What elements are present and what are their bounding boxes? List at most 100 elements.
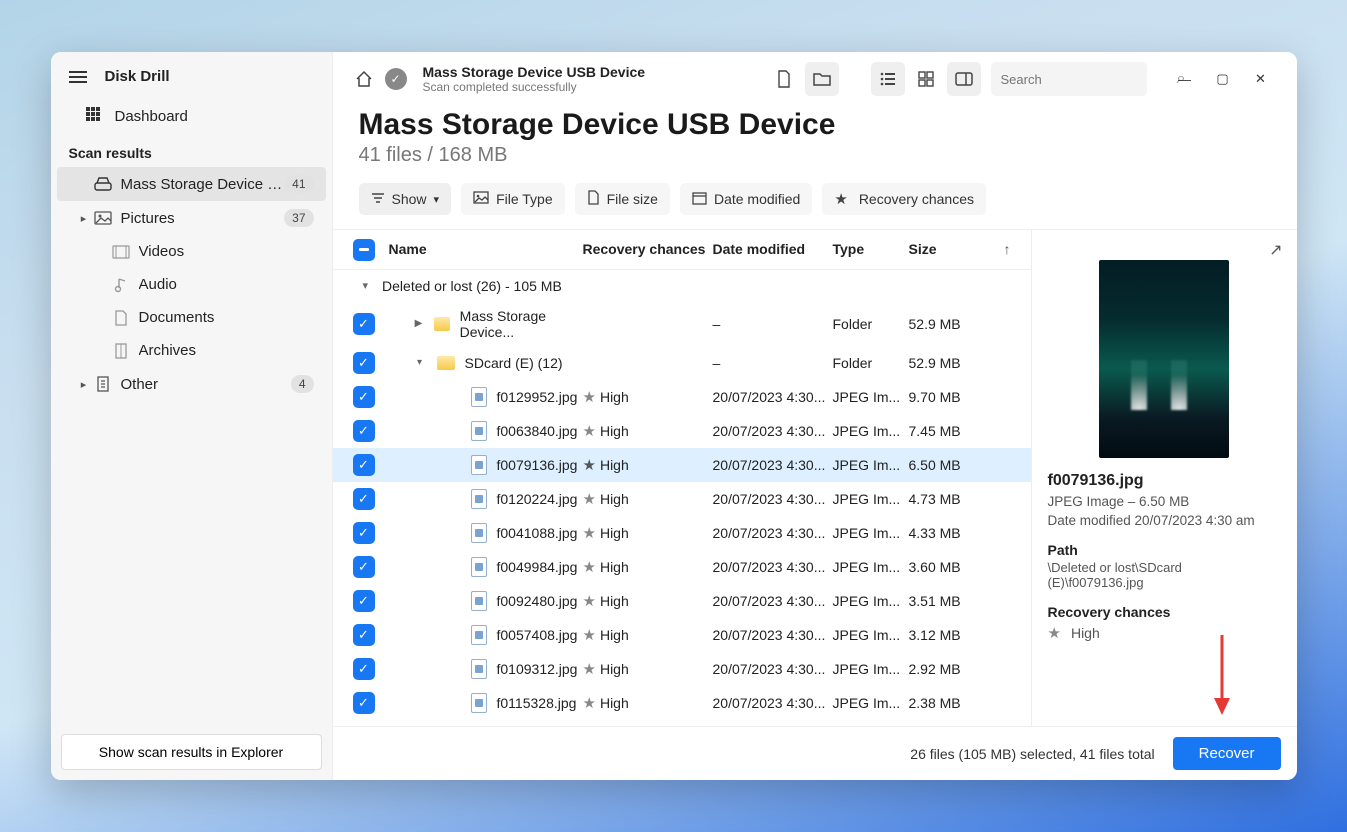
date-value: 20/07/2023 4:30... <box>713 491 833 507</box>
home-icon[interactable] <box>353 68 375 90</box>
group-header[interactable]: ▾ Deleted or lost (26) - 105 MB <box>333 270 1031 302</box>
filter-label: Show <box>392 191 427 207</box>
sidebar-item-pictures[interactable]: ▸ Pictures 37 <box>57 201 326 235</box>
drive-icon <box>93 177 113 191</box>
panel-toggle-icon[interactable] <box>947 62 981 96</box>
select-all-checkbox[interactable] <box>353 239 375 261</box>
table-row[interactable]: ✓f0049984.jpg★High20/07/2023 4:30...JPEG… <box>333 550 1031 584</box>
row-checkbox[interactable]: ✓ <box>353 522 375 544</box>
list-view-icon[interactable] <box>871 62 905 96</box>
table-row[interactable]: ✓f0079136.jpg★High20/07/2023 4:30...JPEG… <box>333 448 1031 482</box>
recover-button[interactable]: Recover <box>1173 737 1281 770</box>
date-value: 20/07/2023 4:30... <box>713 389 833 405</box>
row-checkbox[interactable]: ✓ <box>353 313 375 335</box>
column-size[interactable]: Size <box>909 241 991 257</box>
date-value: 20/07/2023 4:30... <box>713 627 833 643</box>
sidebar: Disk Drill Dashboard Scan results Mass S… <box>51 52 333 780</box>
size-value: 3.60 MB <box>909 559 991 575</box>
column-name[interactable]: Name <box>389 241 583 257</box>
row-checkbox[interactable]: ✓ <box>353 590 375 612</box>
recovery-value: High <box>600 491 629 507</box>
column-type[interactable]: Type <box>833 241 909 257</box>
table-row[interactable]: ✓▶Mass Storage Device...–Folder52.9 MB <box>333 302 1031 346</box>
file-table: Name Recovery chances Date modified Type… <box>333 230 1031 726</box>
sidebar-section-title: Scan results <box>51 135 332 167</box>
file-name: SDcard (E) (12) <box>465 355 563 371</box>
table-row[interactable]: ✓▾SDcard (E) (12)–Folder52.9 MB <box>333 346 1031 380</box>
date-modified-filter[interactable]: Date modified <box>680 183 812 215</box>
sidebar-item-other[interactable]: ▸ Other 4 <box>57 367 326 401</box>
size-value: 9.70 MB <box>909 389 991 405</box>
sidebar-item-device[interactable]: Mass Storage Device USB... 41 <box>57 167 326 201</box>
row-checkbox[interactable]: ✓ <box>353 658 375 680</box>
column-date[interactable]: Date modified <box>713 241 833 257</box>
sidebar-item-dashboard[interactable]: Dashboard <box>51 97 332 135</box>
star-icon: ★ <box>583 389 596 406</box>
file-view-icon[interactable] <box>767 62 801 96</box>
archive-icon <box>111 343 131 359</box>
file-name: f0092480.jpg <box>497 593 578 609</box>
table-row[interactable]: ✓f0129952.jpg★High20/07/2023 4:30...JPEG… <box>333 380 1031 414</box>
table-row[interactable]: ✓f0057408.jpg★High20/07/2023 4:30...JPEG… <box>333 618 1031 652</box>
chevron-icon[interactable]: ▶ <box>413 318 425 329</box>
row-checkbox[interactable]: ✓ <box>353 386 375 408</box>
picture-icon <box>93 211 113 225</box>
grid-view-icon[interactable] <box>909 62 943 96</box>
table-row[interactable]: ✓f0115328.jpg★High20/07/2023 4:30...JPEG… <box>333 686 1031 720</box>
recovery-chances-filter[interactable]: ★ Recovery chances <box>822 183 986 215</box>
type-value: JPEG Im... <box>833 525 909 541</box>
show-filter[interactable]: Show ▾ <box>359 183 452 215</box>
sidebar-item-archives[interactable]: Archives <box>57 334 326 367</box>
open-external-icon[interactable]: ↗ <box>1269 240 1282 260</box>
sidebar-item-audio[interactable]: Audio <box>57 268 326 301</box>
preview-meta-type: JPEG Image – 6.50 MB <box>1048 494 1281 509</box>
size-value: 3.51 MB <box>909 593 991 609</box>
column-recovery[interactable]: Recovery chances <box>583 241 713 257</box>
folder-icon <box>437 356 455 370</box>
chevron-icon[interactable]: ▾ <box>413 357 427 368</box>
star-icon: ★ <box>583 695 596 712</box>
row-checkbox[interactable]: ✓ <box>353 420 375 442</box>
size-value: 4.73 MB <box>909 491 991 507</box>
table-row[interactable]: ✓f0120224.jpg★High20/07/2023 4:30...JPEG… <box>333 482 1031 516</box>
size-value: 7.45 MB <box>909 423 991 439</box>
type-value: JPEG Im... <box>833 661 909 677</box>
menu-icon[interactable] <box>69 71 87 83</box>
close-button[interactable]: ✕ <box>1243 64 1279 94</box>
search-box[interactable]: ⌕ <box>991 62 1147 96</box>
page-subtitle: 41 files / 168 MB <box>359 144 1271 167</box>
sidebar-item-label: Videos <box>139 243 314 260</box>
row-checkbox[interactable]: ✓ <box>353 352 375 374</box>
folder-view-icon[interactable] <box>805 62 839 96</box>
row-checkbox[interactable]: ✓ <box>353 692 375 714</box>
selection-summary: 26 files (105 MB) selected, 41 files tot… <box>910 746 1154 762</box>
file-size-filter[interactable]: File size <box>575 183 670 215</box>
file-icon <box>471 489 487 509</box>
table-row[interactable]: ✓f0092480.jpg★High20/07/2023 4:30...JPEG… <box>333 584 1031 618</box>
maximize-button[interactable]: ▢ <box>1205 64 1241 94</box>
row-checkbox[interactable]: ✓ <box>353 556 375 578</box>
file-icon <box>471 557 487 577</box>
file-type-filter[interactable]: File Type <box>461 183 565 215</box>
show-in-explorer-button[interactable]: Show scan results in Explorer <box>61 734 322 770</box>
recovery-value: High <box>600 457 629 473</box>
minimize-button[interactable]: — <box>1167 64 1203 94</box>
row-checkbox[interactable]: ✓ <box>353 624 375 646</box>
table-row[interactable]: ✓f0041088.jpg★High20/07/2023 4:30...JPEG… <box>333 516 1031 550</box>
other-icon <box>93 376 113 392</box>
sidebar-item-videos[interactable]: Videos <box>57 235 326 268</box>
size-value: 2.38 MB <box>909 695 991 711</box>
recovery-chances-value: High <box>1071 625 1100 641</box>
row-checkbox[interactable]: ✓ <box>353 488 375 510</box>
star-icon: ★ <box>583 661 596 678</box>
sort-arrow-icon[interactable]: ↑ <box>991 241 1011 257</box>
path-label: Path <box>1048 542 1281 558</box>
table-row[interactable]: ✓f0109312.jpg★High20/07/2023 4:30...JPEG… <box>333 652 1031 686</box>
preview-meta-date: Date modified 20/07/2023 4:30 am <box>1048 513 1281 528</box>
search-input[interactable] <box>1001 72 1177 87</box>
table-row[interactable]: ✓f0063840.jpg★High20/07/2023 4:30...JPEG… <box>333 414 1031 448</box>
sidebar-item-documents[interactable]: Documents <box>57 301 326 334</box>
recovery-value: High <box>600 593 629 609</box>
row-checkbox[interactable]: ✓ <box>353 454 375 476</box>
star-icon: ★ <box>583 491 596 508</box>
